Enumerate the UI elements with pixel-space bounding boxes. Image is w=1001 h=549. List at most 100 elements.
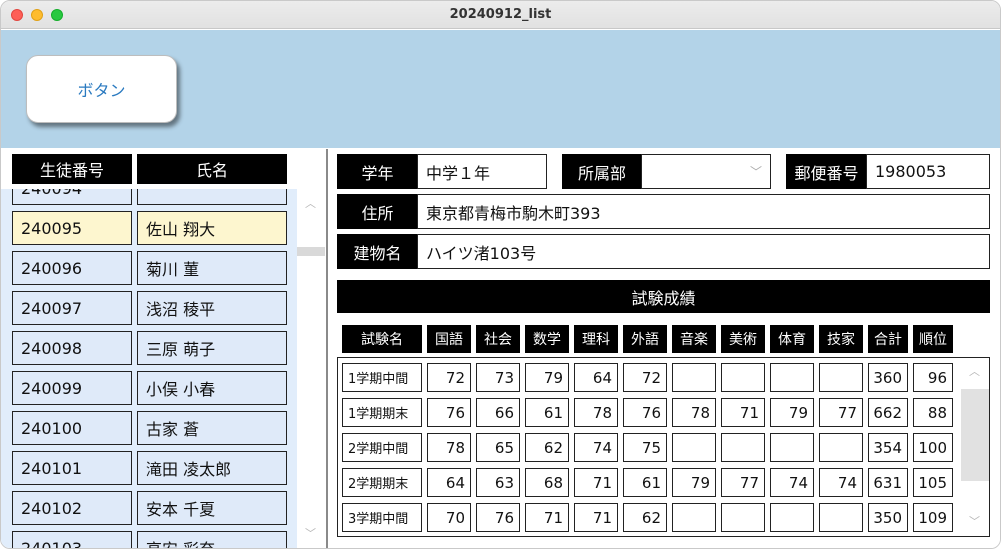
score-cell[interactable]: 662	[868, 398, 908, 427]
score-cell[interactable]: 96	[913, 363, 953, 392]
student-list-row[interactable]: 240094	[1, 189, 297, 208]
building-field[interactable]: ハイツ渚103号	[417, 234, 990, 269]
score-cell[interactable]	[819, 433, 863, 462]
score-cell[interactable]: 64	[427, 468, 471, 497]
student-id-cell: 240100	[12, 411, 132, 445]
score-cell[interactable]: 63	[476, 468, 520, 497]
score-column-header: 技家	[819, 325, 863, 353]
score-cell[interactable]: 72	[623, 363, 667, 392]
score-cell[interactable]: 79	[525, 363, 569, 392]
score-cell[interactable]	[770, 433, 814, 462]
score-cell[interactable]: 631	[868, 468, 908, 497]
score-cell[interactable]: 75	[623, 433, 667, 462]
title-bar: 20240912_list	[1, 1, 1000, 29]
score-cell[interactable]: 78	[574, 398, 618, 427]
club-label: 所属部	[562, 154, 642, 189]
student-name-cell: 安本 千夏	[137, 491, 287, 525]
score-cell[interactable]	[770, 363, 814, 392]
score-cell[interactable]: 78	[427, 433, 471, 462]
student-list-row[interactable]: 240095 佐山 翔大	[1, 208, 297, 248]
score-cell[interactable]	[819, 503, 863, 532]
score-cell[interactable]	[721, 433, 765, 462]
exam-name-cell: 2学期期末	[342, 468, 422, 497]
student-name-cell: 佐山 翔大	[137, 211, 287, 245]
score-cell[interactable]: 88	[913, 398, 953, 427]
score-cell[interactable]	[721, 363, 765, 392]
score-cell[interactable]: 76	[427, 398, 471, 427]
student-list-row[interactable]: 240098 三原 萌子	[1, 328, 297, 368]
score-cell[interactable]: 78	[672, 398, 716, 427]
student-id-cell: 240102	[12, 491, 132, 525]
score-cell[interactable]: 350	[868, 503, 908, 532]
score-cell[interactable]: 74	[770, 468, 814, 497]
score-cell[interactable]: 76	[476, 503, 520, 532]
score-cell[interactable]	[672, 363, 716, 392]
score-grid-scroll-thumb[interactable]	[961, 389, 989, 481]
student-name-cell	[137, 189, 287, 205]
student-list[interactable]: 240094240095佐山 翔大240096菊川 菫240097浅沼 稜平24…	[1, 189, 297, 548]
score-cell[interactable]	[721, 503, 765, 532]
score-cell[interactable]: 77	[819, 398, 863, 427]
score-cell[interactable]: 79	[672, 468, 716, 497]
score-grid-scrollbar[interactable]: ︿ ﹀	[961, 359, 989, 535]
chevron-up-icon: ︿	[305, 197, 316, 210]
grade-label: 学年	[337, 154, 418, 189]
score-cell[interactable]: 76	[623, 398, 667, 427]
student-name-cell: 古家 蒼	[137, 411, 287, 445]
student-id-cell: 240098	[12, 331, 132, 365]
score-column-header: 体育	[770, 325, 814, 353]
score-cell[interactable]: 61	[623, 468, 667, 497]
score-cell[interactable]: 71	[525, 503, 569, 532]
score-cell[interactable]: 77	[721, 468, 765, 497]
student-id-cell: 240103	[12, 531, 132, 548]
score-cell[interactable]: 68	[525, 468, 569, 497]
score-cell[interactable]	[770, 503, 814, 532]
score-cell[interactable]: 79	[770, 398, 814, 427]
student-list-scroll-thumb[interactable]	[297, 247, 325, 256]
exam-name-cell: 1学期期末	[342, 398, 422, 427]
score-cell[interactable]: 73	[476, 363, 520, 392]
score-cell[interactable]: 100	[913, 433, 953, 462]
score-cell[interactable]	[672, 503, 716, 532]
student-name-cell: 浅沼 稜平	[137, 291, 287, 325]
score-cell[interactable]: 64	[574, 363, 618, 392]
score-cell[interactable]: 71	[721, 398, 765, 427]
student-list-row[interactable]: 240099 小俣 小春	[1, 368, 297, 408]
student-list-row[interactable]: 240101 滝田 凌太郎	[1, 448, 297, 488]
student-list-row[interactable]: 240096 菊川 菫	[1, 248, 297, 288]
score-column-header: 音楽	[672, 325, 716, 353]
score-cell[interactable]: 74	[819, 468, 863, 497]
score-cell[interactable]: 61	[525, 398, 569, 427]
score-cell[interactable]: 70	[427, 503, 471, 532]
score-column-header: 試験名	[342, 325, 422, 353]
grade-field[interactable]: 中学１年	[417, 154, 547, 189]
score-cell[interactable]: 71	[574, 503, 618, 532]
student-list-row[interactable]: 240097 浅沼 稜平	[1, 288, 297, 328]
score-cell[interactable]: 74	[574, 433, 618, 462]
score-cell[interactable]: 65	[476, 433, 520, 462]
chevron-down-icon: ﹀	[305, 527, 316, 540]
score-cell[interactable]	[672, 433, 716, 462]
score-cell[interactable]: 62	[525, 433, 569, 462]
score-cell[interactable]	[819, 363, 863, 392]
club-dropdown[interactable]: ﹀	[641, 154, 771, 189]
score-cell[interactable]: 72	[427, 363, 471, 392]
student-name-cell: 菊川 菫	[137, 251, 287, 285]
exam-name-cell: 2学期中間	[342, 433, 422, 462]
student-list-row[interactable]: 240103 高安 彩奈	[1, 528, 297, 548]
score-cell[interactable]: 71	[574, 468, 618, 497]
student-list-row[interactable]: 240102 安本 千夏	[1, 488, 297, 528]
score-cell[interactable]: 105	[913, 468, 953, 497]
score-cell[interactable]: 354	[868, 433, 908, 462]
action-button[interactable]: ボタン	[26, 55, 177, 123]
postal-code-field[interactable]: 1980053	[866, 154, 990, 189]
student-list-scrollbar[interactable]: ︿ ﹀	[297, 189, 327, 548]
score-cell[interactable]: 66	[476, 398, 520, 427]
score-cell[interactable]: 109	[913, 503, 953, 532]
student-name-cell: 高安 彩奈	[137, 531, 287, 548]
address-field[interactable]: 東京都青梅市駒木町393	[417, 194, 990, 229]
score-cell[interactable]: 62	[623, 503, 667, 532]
score-cell[interactable]: 360	[868, 363, 908, 392]
chevron-down-icon: ﹀	[749, 165, 762, 179]
student-list-row[interactable]: 240100 古家 蒼	[1, 408, 297, 448]
